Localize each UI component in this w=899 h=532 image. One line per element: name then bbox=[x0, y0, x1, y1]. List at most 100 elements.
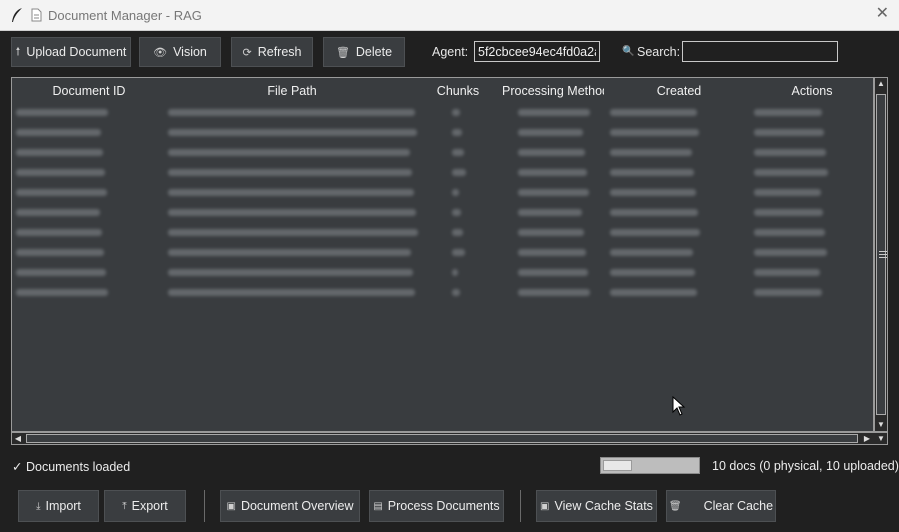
redacted-cell bbox=[168, 209, 416, 216]
import-button[interactable]: ⤓ Import bbox=[18, 490, 99, 522]
window-title: Document Manager - RAG bbox=[48, 8, 202, 23]
horizontal-scroll-thumb[interactable] bbox=[26, 434, 858, 443]
table-row[interactable] bbox=[14, 163, 870, 183]
close-icon[interactable]: ✕ bbox=[876, 6, 889, 22]
import-label: Import bbox=[45, 499, 81, 513]
vertical-scrollbar[interactable]: ▲ ▼ bbox=[874, 77, 888, 432]
redacted-cell bbox=[16, 269, 106, 276]
redacted-cell bbox=[754, 129, 824, 136]
redacted-cell bbox=[452, 129, 462, 136]
column-header-document-id[interactable]: Document ID bbox=[14, 79, 164, 103]
refresh-label: Refresh bbox=[257, 45, 302, 59]
delete-label: Delete bbox=[355, 45, 393, 59]
redacted-cell bbox=[754, 149, 826, 156]
vision-button[interactable]: 👁 Vision bbox=[139, 37, 221, 67]
redacted-cell bbox=[168, 289, 415, 296]
export-label: Export bbox=[131, 499, 168, 513]
table-row[interactable] bbox=[14, 143, 870, 163]
redacted-cell bbox=[518, 269, 588, 276]
agent-label: Agent: bbox=[432, 45, 469, 59]
save-icon: ▣ bbox=[540, 500, 550, 512]
document-overview-button[interactable]: ▣ Document Overview bbox=[220, 490, 360, 522]
redacted-cell bbox=[518, 249, 586, 256]
view-cache-stats-button[interactable]: ▣ View Cache Stats bbox=[536, 490, 657, 522]
redacted-cell bbox=[168, 149, 410, 156]
redacted-cell bbox=[168, 109, 415, 116]
redacted-cell bbox=[610, 249, 693, 256]
scroll-left-icon[interactable]: ◀ bbox=[12, 433, 24, 444]
document-icon bbox=[31, 8, 42, 22]
table-row[interactable] bbox=[14, 103, 870, 123]
column-header-chunks[interactable]: Chunks bbox=[424, 79, 492, 103]
redacted-cell bbox=[16, 169, 105, 176]
redacted-cell bbox=[754, 249, 827, 256]
redacted-cell bbox=[452, 149, 464, 156]
import-icon: ⤓ bbox=[36, 500, 41, 512]
redacted-cell bbox=[168, 229, 418, 236]
agent-input[interactable] bbox=[474, 41, 600, 62]
redacted-cell bbox=[16, 189, 107, 196]
table-row[interactable] bbox=[14, 243, 870, 263]
redacted-cell bbox=[518, 189, 589, 196]
process-documents-label: Process Documents bbox=[387, 499, 500, 513]
scroll-up-icon[interactable]: ▲ bbox=[875, 78, 887, 90]
redacted-cell bbox=[16, 229, 102, 236]
redacted-cell bbox=[518, 209, 582, 216]
redacted-cell bbox=[610, 209, 698, 216]
checkmark-icon: ✓ bbox=[12, 460, 23, 474]
scroll-down-icon[interactable]: ▼ bbox=[875, 433, 887, 444]
table-row[interactable] bbox=[14, 203, 870, 223]
document-overview-label: Document Overview bbox=[240, 499, 354, 513]
toolbar-separator bbox=[204, 490, 205, 522]
redacted-cell bbox=[16, 289, 108, 296]
magnifier-icon: 🔍 bbox=[622, 46, 635, 57]
upload-document-button[interactable]: 🠕 Upload Document bbox=[11, 37, 131, 67]
redacted-cell bbox=[754, 169, 828, 176]
redacted-cell bbox=[610, 269, 695, 276]
process-documents-button[interactable]: ▤ Process Documents bbox=[369, 490, 504, 522]
redacted-cell bbox=[610, 169, 694, 176]
table-row[interactable] bbox=[14, 183, 870, 203]
export-icon: ⤒ bbox=[122, 500, 127, 512]
table-row[interactable] bbox=[14, 223, 870, 243]
export-button[interactable]: ⤒ Export bbox=[104, 490, 186, 522]
refresh-button[interactable]: ⟳ Refresh bbox=[231, 37, 313, 67]
upload-arrow-icon: 🠕 bbox=[15, 45, 21, 58]
clear-cache-label: Clear Cache bbox=[703, 499, 774, 513]
document-icon: ▤ bbox=[373, 500, 383, 512]
redacted-cell bbox=[518, 129, 583, 136]
redacted-cell bbox=[610, 189, 696, 196]
scroll-right-icon[interactable]: ▶ bbox=[861, 433, 873, 444]
column-header-processing-method[interactable]: Processing Method bbox=[496, 79, 604, 103]
redacted-cell bbox=[16, 149, 103, 156]
column-header-file-path[interactable]: File Path bbox=[166, 79, 418, 103]
search-label: Search: bbox=[637, 45, 681, 59]
redacted-cell bbox=[16, 209, 100, 216]
scroll-down-icon[interactable]: ▼ bbox=[875, 419, 887, 431]
document-count: 10 docs (0 physical, 10 uploaded) bbox=[712, 459, 899, 473]
column-header-created[interactable]: Created bbox=[606, 79, 752, 103]
progress-fill bbox=[603, 460, 632, 471]
redacted-cell bbox=[168, 249, 411, 256]
toolbar-separator bbox=[520, 490, 521, 522]
delete-button[interactable]: 🗑 Delete bbox=[323, 37, 405, 67]
save-icon: ▣ bbox=[226, 500, 236, 512]
progress-bar bbox=[600, 457, 700, 474]
vertical-scroll-thumb[interactable] bbox=[876, 94, 887, 415]
redacted-cell bbox=[610, 129, 699, 136]
clear-cache-button[interactable]: 🗑 Clear Cache bbox=[666, 490, 776, 522]
redacted-cell bbox=[754, 209, 823, 216]
table-body bbox=[14, 103, 870, 303]
table-row[interactable] bbox=[14, 263, 870, 283]
column-header-actions[interactable]: Actions bbox=[754, 79, 870, 103]
redacted-cell bbox=[452, 109, 460, 116]
eye-icon: 👁 bbox=[153, 46, 168, 59]
redacted-cell bbox=[452, 189, 459, 196]
mouse-cursor-icon bbox=[672, 396, 686, 416]
redacted-cell bbox=[16, 129, 101, 136]
redacted-cell bbox=[452, 249, 465, 256]
horizontal-scrollbar[interactable]: ◀ ▶ ▼ bbox=[11, 432, 888, 445]
table-row[interactable] bbox=[14, 123, 870, 143]
table-row[interactable] bbox=[14, 283, 870, 303]
search-input[interactable] bbox=[682, 41, 838, 62]
